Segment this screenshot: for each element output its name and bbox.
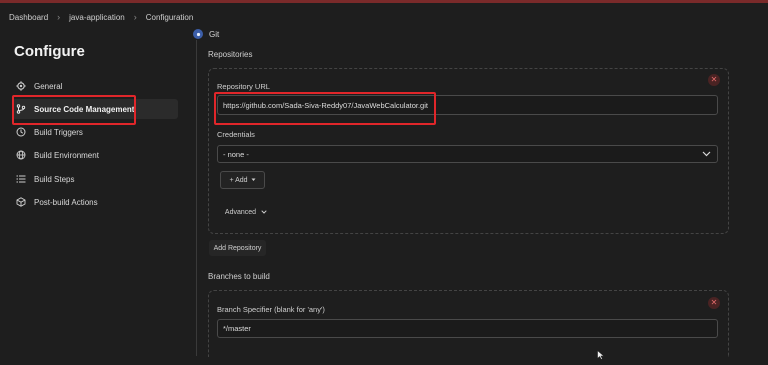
branches-title: Branches to build: [208, 272, 270, 281]
breadcrumb-java-application[interactable]: java-application: [69, 13, 125, 22]
sidebar-item-label: Build Triggers: [34, 127, 83, 137]
branch-specifier-input[interactable]: */master: [217, 319, 718, 338]
sidebar-item-label: General: [34, 81, 63, 91]
scm-highlight-box: [12, 95, 136, 125]
chevron-down-icon: [702, 150, 711, 159]
breadcrumb-dashboard[interactable]: Dashboard: [9, 13, 48, 22]
mouse-cursor-icon: [597, 347, 605, 365]
branch-specifier-label: Branch Specifier (blank for 'any'): [217, 305, 325, 314]
top-bar: [0, 0, 768, 3]
globe-icon: [14, 150, 28, 160]
delete-repository-icon[interactable]: ✕: [708, 74, 720, 86]
sidebar-item-label: Build Environment: [34, 150, 99, 160]
chevron-down-icon: [261, 209, 267, 216]
git-option-label: Git: [209, 29, 220, 39]
sidebar-item-build-triggers[interactable]: Build Triggers: [12, 122, 178, 142]
sidebar-item-label: Post-build Actions: [34, 197, 98, 207]
add-repository-label: Add Repository: [213, 244, 262, 252]
sidebar-item-general[interactable]: General: [12, 76, 178, 96]
chevron-right-icon: ›: [133, 12, 137, 22]
repositories-title: Repositories: [208, 50, 253, 59]
radio-selected-icon: [193, 29, 203, 39]
sidebar-item-build-environment[interactable]: Build Environment: [12, 145, 178, 165]
sidebar-item-label: Build Steps: [34, 174, 75, 184]
sidebar-item-post-build-actions[interactable]: Post-build Actions: [12, 192, 178, 212]
gear-icon: [14, 81, 28, 91]
breadcrumb: Dashboard › java-application › Configura…: [9, 8, 193, 26]
add-repository-button[interactable]: Add Repository: [209, 240, 266, 256]
list-icon: [14, 174, 28, 184]
credentials-selected-value: - none -: [223, 149, 249, 159]
branch-specifier-value: */master: [223, 324, 251, 333]
sidebar-item-build-steps[interactable]: Build Steps: [12, 169, 178, 189]
advanced-label: Advanced: [224, 208, 257, 216]
divider: [196, 40, 197, 356]
cube-icon: [14, 197, 28, 207]
add-credentials-button[interactable]: + Add: [220, 171, 265, 189]
git-option[interactable]: Git: [193, 29, 219, 39]
caret-down-icon: [251, 177, 256, 184]
delete-branch-icon[interactable]: ✕: [708, 297, 720, 309]
credentials-select[interactable]: - none -: [217, 145, 718, 163]
repository-url-label: Repository URL: [217, 82, 270, 91]
breadcrumb-configuration[interactable]: Configuration: [146, 13, 194, 22]
add-credentials-label: + Add: [229, 176, 248, 184]
sidebar-title: Configure: [14, 43, 85, 60]
chevron-right-icon: ›: [57, 12, 61, 22]
advanced-button[interactable]: Advanced: [222, 204, 270, 220]
credentials-label: Credentials: [217, 130, 255, 139]
clock-icon: [14, 127, 28, 137]
repository-url-highlight-box: [214, 92, 436, 125]
